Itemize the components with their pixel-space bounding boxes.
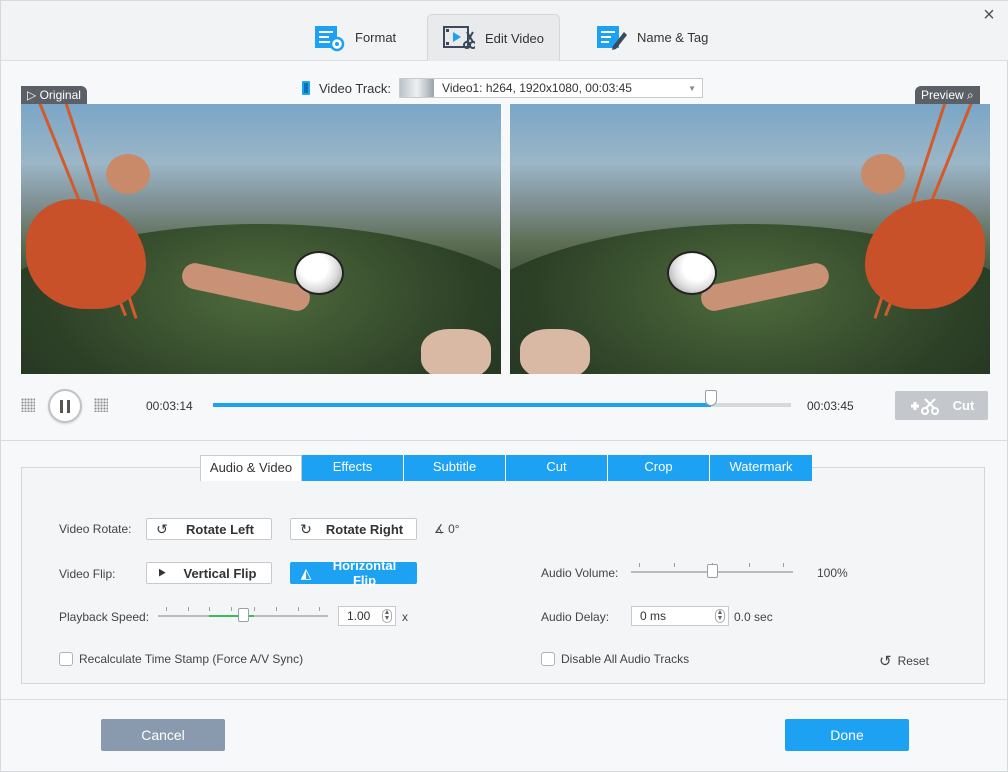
tab-format-label: Format (355, 30, 397, 45)
horizontal-flip-button[interactable]: ◭ Horizontal Flip (290, 558, 417, 588)
video-track-row: Video Track: Video1: h264, 1920x1080, 00… (301, 77, 704, 99)
cut-button[interactable]: Cut (895, 391, 988, 420)
edit-tabs: Audio & Video Effects Subtitle Cut Crop … (200, 455, 812, 481)
video-track-value: Video1: h264, 1920x1080, 00:03:45 (442, 81, 632, 95)
chevron-down-icon: ▼ (688, 83, 697, 93)
volume-slider[interactable] (631, 563, 793, 578)
top-tab-bar: Format Edit Video Name & Tag × (1, 1, 1008, 61)
delay-seconds: 0.0 sec (734, 610, 773, 624)
edit-video-window: Format Edit Video Name & Tag × Video Tra (0, 0, 1008, 772)
name-tag-icon (597, 25, 627, 50)
speed-input[interactable]: 1.00 ▲ ▼ (338, 606, 396, 626)
prev-frame-icon[interactable] (21, 398, 35, 412)
volume-label: Audio Volume: (541, 566, 619, 580)
spinner-icon[interactable]: ▲ ▼ (715, 609, 725, 623)
cancel-button[interactable]: Cancel (101, 719, 225, 751)
rotate-label: Video Rotate: (59, 522, 132, 536)
spinner-icon[interactable]: ▲ ▼ (382, 609, 392, 623)
horizontal-flip-icon: ◭ (300, 564, 312, 581)
tab-format[interactable]: Format (313, 14, 396, 61)
tab-edit-video-label: Edit Video (484, 30, 545, 46)
tab-subtitle[interactable]: Subtitle (404, 455, 506, 481)
preview-video (510, 104, 990, 374)
speed-unit: x (402, 610, 408, 624)
progress-bar[interactable] (213, 390, 791, 407)
preview-label: Preview ⌕ (915, 86, 980, 104)
checkbox-box[interactable] (541, 652, 555, 666)
reset-icon: ↺ (879, 653, 892, 670)
speed-slider[interactable] (158, 607, 328, 622)
volume-value: 100% (817, 566, 848, 580)
rotate-right-icon: ↻ (300, 520, 312, 537)
tab-edit-video[interactable]: Edit Video (427, 14, 560, 61)
tab-cut[interactable]: Cut (506, 455, 608, 481)
vertical-flip-icon: ⯈ (156, 564, 168, 581)
format-icon (315, 25, 345, 51)
angle-readout: ∡ 0° (434, 522, 460, 536)
pause-button[interactable] (48, 389, 82, 423)
tab-crop[interactable]: Crop (608, 455, 710, 481)
tab-effects[interactable]: Effects (302, 455, 404, 481)
delay-label: Audio Delay: (541, 610, 610, 624)
footer-divider (1, 699, 1008, 700)
tab-name-tag-label: Name & Tag (637, 30, 709, 45)
speed-handle[interactable] (238, 608, 249, 622)
track-thumbnail (400, 79, 435, 97)
scissors-icon (910, 397, 939, 415)
tab-name-tag[interactable]: Name & Tag (595, 14, 708, 61)
edit-video-icon (442, 26, 475, 49)
checkbox-box[interactable] (59, 652, 73, 666)
rotate-right-button[interactable]: ↻ Rotate Right (290, 518, 417, 540)
total-time: 00:03:45 (807, 399, 854, 413)
angle-icon: ∡ (434, 522, 445, 536)
progress-handle[interactable] (705, 390, 718, 406)
divider (1, 440, 1008, 441)
reset-button[interactable]: ↺ Reset (879, 652, 929, 670)
rotate-left-button[interactable]: ↺ Rotate Left (146, 518, 272, 540)
play-outline-icon: ▷ (27, 88, 37, 102)
search-icon: ⌕ (967, 88, 974, 102)
progress-fill (213, 403, 712, 407)
cut-label: Cut (952, 398, 975, 413)
done-button[interactable]: Done (785, 719, 909, 751)
tab-audio-video[interactable]: Audio & Video (200, 455, 302, 481)
volume-handle[interactable] (707, 564, 718, 578)
video-track-select[interactable]: Video1: h264, 1920x1080, 00:03:45 ▼ (399, 78, 704, 98)
flip-label: Video Flip: (59, 567, 116, 581)
video-track-icon (302, 81, 310, 95)
tab-watermark[interactable]: Watermark (710, 455, 812, 481)
original-video (21, 104, 501, 374)
delay-input[interactable]: 0 ms ▲ ▼ (631, 606, 729, 626)
close-icon[interactable]: × (978, 5, 1000, 27)
speed-label: Playback Speed: (59, 610, 150, 624)
next-frame-icon[interactable] (94, 398, 108, 412)
disable-audio-checkbox[interactable]: Disable All Audio Tracks (541, 652, 689, 666)
vertical-flip-button[interactable]: ⯈ Vertical Flip (146, 562, 272, 584)
current-time: 00:03:14 (146, 399, 193, 413)
rotate-left-icon: ↺ (156, 520, 168, 537)
original-label: ▷ Original (21, 86, 87, 104)
recalculate-checkbox[interactable]: Recalculate Time Stamp (Force A/V Sync) (59, 652, 303, 666)
video-track-label: Video Track: (319, 80, 392, 96)
